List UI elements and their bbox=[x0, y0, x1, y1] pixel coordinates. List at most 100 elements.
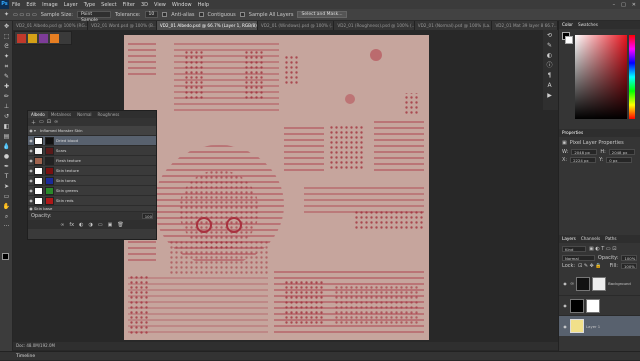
gradient-tool-icon[interactable]: ▤ bbox=[2, 132, 11, 141]
layer-group-row[interactable]: ◉ ▾ Inflamed Monster Skin bbox=[28, 126, 156, 136]
history-panel-icon[interactable]: ⟲ bbox=[545, 31, 554, 40]
blur-tool-icon[interactable]: 💧 bbox=[2, 142, 11, 151]
tolerance-input[interactable]: 10 bbox=[144, 11, 159, 18]
layer-row[interactable]: ◉ Scars bbox=[28, 146, 156, 156]
y-input[interactable]: 0 px bbox=[606, 157, 633, 163]
dodge-tool-icon[interactable]: ● bbox=[2, 152, 11, 161]
minimize-icon[interactable]: – bbox=[613, 2, 616, 8]
layer-row[interactable]: ◉ bbox=[559, 296, 640, 316]
layer-row[interactable]: ◉ Flesh texture bbox=[28, 156, 156, 166]
link-layers-icon[interactable]: ∞ bbox=[60, 222, 64, 228]
lasso-tool-icon[interactable]: ᘓ bbox=[2, 42, 11, 51]
sample-all-layers-checkbox[interactable] bbox=[239, 12, 245, 17]
path-selection-tool-icon[interactable]: ➤ bbox=[2, 182, 11, 191]
close-icon[interactable]: ✕ bbox=[632, 2, 636, 8]
delete-icon[interactable]: 🗑 bbox=[117, 222, 123, 228]
mask-icon[interactable]: ◐ bbox=[79, 222, 83, 228]
tab-layers[interactable]: Layers bbox=[562, 235, 576, 243]
more-tools-icon[interactable]: ··· bbox=[2, 222, 11, 231]
texture-canvas[interactable] bbox=[124, 35, 429, 340]
select-and-mask-button[interactable]: Select and Mask... bbox=[297, 11, 347, 18]
actions-panel-icon[interactable]: ▶ bbox=[545, 91, 554, 100]
healing-brush-tool-icon[interactable]: ✚ bbox=[2, 82, 11, 91]
pen-tool-icon[interactable]: ✒ bbox=[2, 162, 11, 171]
history-brush-tool-icon[interactable]: ↺ bbox=[2, 112, 11, 121]
maximize-icon[interactable]: □ bbox=[621, 2, 626, 8]
visibility-eye-icon[interactable]: ◉ bbox=[562, 303, 568, 308]
lock-icon[interactable]: ⊡ bbox=[47, 119, 51, 125]
doc-tab-active[interactable]: VD2_01 Albedo.psd @ 66.7% (Layer 1, RGB/… bbox=[156, 21, 258, 30]
bg-color-chip[interactable] bbox=[565, 36, 573, 44]
adjustment-icon[interactable]: ◑ bbox=[89, 222, 93, 228]
layer-row[interactable]: ◉ Dried blood bbox=[28, 136, 156, 146]
app-icon[interactable] bbox=[17, 34, 26, 43]
menu-file[interactable]: File bbox=[9, 2, 23, 8]
layer-row[interactable]: ◉ Skin texture bbox=[28, 166, 156, 176]
doc-tab[interactable]: VD2_01 Word.psd @ 100% (B... bbox=[88, 21, 157, 30]
info-panel-icon[interactable]: ⓘ bbox=[545, 61, 554, 70]
brush-panel-icon[interactable]: ✎ bbox=[545, 41, 554, 50]
eraser-tool-icon[interactable]: ◧ bbox=[2, 122, 11, 131]
clone-stamp-tool-icon[interactable]: ⊥ bbox=[2, 102, 11, 111]
sample-size-select[interactable]: Point Sample bbox=[77, 11, 111, 23]
opacity-input[interactable]: 100% bbox=[621, 255, 637, 261]
marquee-tool-icon[interactable]: ⬚ bbox=[2, 32, 11, 41]
new-layer-icon[interactable]: ▣ bbox=[108, 222, 113, 228]
app-icon[interactable] bbox=[39, 34, 48, 43]
app-icon[interactable] bbox=[50, 34, 59, 43]
saturation-field[interactable] bbox=[575, 35, 627, 119]
contiguous-checkbox[interactable] bbox=[198, 12, 204, 17]
selection-mode-icons[interactable]: ▭ ▭ ▭ ▭ bbox=[13, 12, 37, 18]
shape-tool-icon[interactable]: ▭ bbox=[2, 192, 11, 201]
tab-roughness[interactable]: Roughness bbox=[95, 111, 123, 118]
lock-icons[interactable]: ⊡ ✎ ✥ 🔒 bbox=[578, 263, 602, 269]
blend-mode-select[interactable]: Normal bbox=[562, 255, 595, 261]
hand-tool-icon[interactable]: ✋ bbox=[2, 202, 11, 211]
layer-row[interactable]: ◉ Skin tones bbox=[28, 176, 156, 186]
x-input[interactable]: 2224 px bbox=[570, 157, 597, 163]
anti-alias-checkbox[interactable] bbox=[162, 12, 168, 17]
menu-help[interactable]: Help bbox=[195, 2, 212, 8]
fill-input[interactable]: 100% bbox=[621, 263, 637, 269]
menu-filter[interactable]: Filter bbox=[120, 2, 138, 8]
tab-albedo[interactable]: Albedo bbox=[28, 111, 48, 118]
doc-tab[interactable]: VD2_01 Albedo.psd @ 100% (RG... bbox=[13, 21, 89, 30]
menu-view[interactable]: View bbox=[151, 2, 169, 8]
character-panel-icon[interactable]: A bbox=[545, 81, 554, 90]
menu-image[interactable]: Image bbox=[39, 2, 61, 8]
opacity-input[interactable]: 100 bbox=[141, 213, 153, 219]
menu-3d[interactable]: 3D bbox=[138, 2, 151, 8]
link-icon[interactable]: ∞ bbox=[54, 119, 58, 125]
menu-layer[interactable]: Layer bbox=[61, 2, 81, 8]
fx-icon[interactable]: fx bbox=[69, 222, 74, 228]
type-tool-icon[interactable]: T bbox=[2, 172, 11, 181]
height-input[interactable]: 2048 px bbox=[608, 149, 635, 155]
doc-tab[interactable]: VD2_01 (Roughness).psd @ 100% (... bbox=[334, 21, 415, 30]
foreground-color-swatch[interactable] bbox=[2, 253, 9, 260]
layer-row[interactable]: ◉ Skin reds bbox=[28, 196, 156, 206]
eyedropper-tool-icon[interactable]: ✎ bbox=[2, 72, 11, 81]
app-icon[interactable] bbox=[28, 34, 37, 43]
layer-row[interactable]: ◉ ∞ Background bbox=[559, 272, 640, 296]
doc-tab[interactable]: VD2_01 Mat 39 layer 8 66.7... bbox=[492, 21, 558, 30]
folder-icon[interactable]: ▭ bbox=[39, 119, 44, 125]
layer-row[interactable]: ◉ Skin greens bbox=[28, 186, 156, 196]
visibility-eye-icon[interactable]: ◉ bbox=[562, 324, 568, 329]
magic-wand-tool-icon[interactable]: ✦ bbox=[2, 52, 11, 61]
visibility-eye-icon[interactable]: ◉ bbox=[562, 281, 568, 286]
tab-metalness[interactable]: Metalness bbox=[48, 111, 74, 118]
paragraph-panel-icon[interactable]: ¶ bbox=[545, 71, 554, 80]
menu-type[interactable]: Type bbox=[81, 2, 98, 8]
magic-wand-tool-icon[interactable]: ✦ bbox=[4, 11, 9, 18]
tab-normal[interactable]: Normal bbox=[74, 111, 94, 118]
tab-swatches[interactable]: Swatches bbox=[578, 21, 598, 29]
add-icon[interactable]: ＋ bbox=[31, 119, 36, 126]
color-picker[interactable] bbox=[559, 29, 640, 129]
tab-channels[interactable]: Channels bbox=[581, 235, 600, 243]
width-input[interactable]: 2048 px bbox=[571, 149, 598, 155]
filter-kind-select[interactable]: Kind bbox=[562, 245, 586, 252]
adjustments-panel-icon[interactable]: ◐ bbox=[545, 51, 554, 60]
menu-edit[interactable]: Edit bbox=[23, 2, 39, 8]
move-tool-icon[interactable]: ✥ bbox=[2, 22, 11, 31]
menu-window[interactable]: Window bbox=[169, 2, 195, 8]
